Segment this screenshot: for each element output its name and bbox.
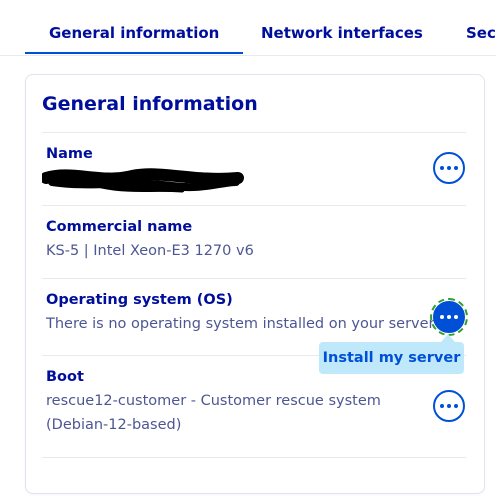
card-title: General information [42,93,258,115]
more-dots-icon-dot [454,315,458,319]
more-dots-icon [440,315,444,319]
row-value-boot-line1: rescue12-customer - Customer rescue syst… [46,393,381,409]
more-dots-icon-dot [454,404,458,408]
tab-security[interactable]: Secc [466,24,496,42]
tab-network-interfaces[interactable]: Network interfaces [261,24,423,42]
row-label-commercial-name: Commercial name [46,219,193,235]
row-label-operating-system: Operating system (OS) [46,292,233,308]
row-value-commercial-name: KS-5 | Intel Xeon-E3 1270 v6 [46,243,254,259]
row-commercial-name: Commercial name KS-5 | Intel Xeon-E3 127… [42,205,466,279]
row-value-operating-system: There is no operating system installed o… [46,316,435,332]
name-actions-button[interactable] [433,152,465,184]
row-label-name: Name [46,146,93,162]
tab-bar: General information Network interfaces S… [0,0,496,56]
tab-general-information[interactable]: General information [24,24,244,54]
more-dots-icon-dot [447,315,451,319]
install-server-tooltip[interactable]: Install my server [319,334,464,374]
row-label-boot: Boot [46,369,84,385]
more-dots-icon-dot [454,166,458,170]
row-value-boot-line2: (Debian-12-based) [46,417,182,433]
more-dots-icon-dot [447,166,451,170]
more-dots-icon [440,166,444,170]
row-next [42,457,466,497]
more-dots-icon [440,404,444,408]
more-dots-icon-dot [447,404,451,408]
row-name: Name [42,132,466,206]
boot-actions-button[interactable] [433,390,465,422]
general-information-card: General information Name Commercial name… [25,74,485,494]
os-actions-button[interactable] [433,301,465,333]
redacted-name-scribble [42,168,244,193]
